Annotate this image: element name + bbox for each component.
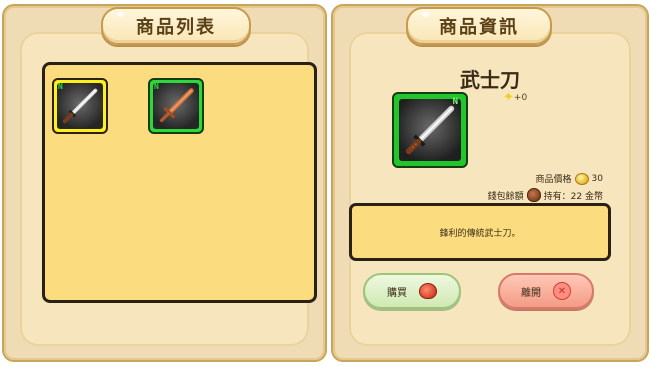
bronze-sword-icon	[159, 88, 194, 123]
buy-button[interactable]: 購買	[363, 273, 461, 309]
shop-list-title-text: 商品列表	[136, 17, 216, 38]
price-label: 商品價格	[535, 175, 572, 185]
item-preview-bg: N	[399, 97, 461, 161]
sparkle-icon: ✦	[503, 90, 514, 105]
katana-icon	[405, 105, 455, 155]
bag-icon	[526, 188, 541, 202]
leave-button-label: 離開	[521, 287, 541, 299]
item-slot-bg: N	[153, 82, 199, 129]
item-slot-sword-green[interactable]: N	[148, 78, 204, 134]
item-description-text: 鋒利的傳統武士刀。	[439, 228, 521, 239]
item-slot-katana-yellow[interactable]: N	[52, 78, 108, 134]
shop-list-title: 商品列表	[101, 7, 251, 45]
coin-icon	[574, 172, 589, 185]
price-row: 商品價格 30	[536, 172, 603, 185]
close-icon: ✕	[553, 282, 571, 300]
item-name: 武士刀	[460, 68, 520, 92]
buy-button-label: 購買	[387, 287, 407, 299]
leave-button[interactable]: 離開 ✕	[498, 273, 594, 309]
katana-icon	[62, 88, 98, 124]
upgrade-level-badge: ✦ +0	[503, 90, 527, 105]
shop-info-title-text: 商品資訊	[439, 17, 519, 38]
item-preview: N	[392, 92, 468, 168]
shop-window: 商品列表 N N 商品資訊 武士刀 ✦ +0 N 商品價格 30 錢包餘額 持有…	[0, 0, 651, 366]
wallet-row: 錢包餘額 持有：22 金幣	[488, 188, 603, 202]
title-highlight	[117, 12, 124, 17]
purse-icon	[419, 283, 437, 299]
shop-info-title: 商品資訊	[406, 7, 552, 45]
title-highlight	[422, 12, 429, 17]
wallet-label: 錢包餘額	[487, 191, 524, 202]
wallet-value: 持有：22 金幣	[543, 191, 603, 202]
item-slot-bg: N	[57, 82, 103, 129]
item-description: 鋒利的傳統武士刀。	[349, 203, 611, 261]
upgrade-level: +0	[513, 92, 528, 103]
price-value: 30	[591, 173, 603, 184]
